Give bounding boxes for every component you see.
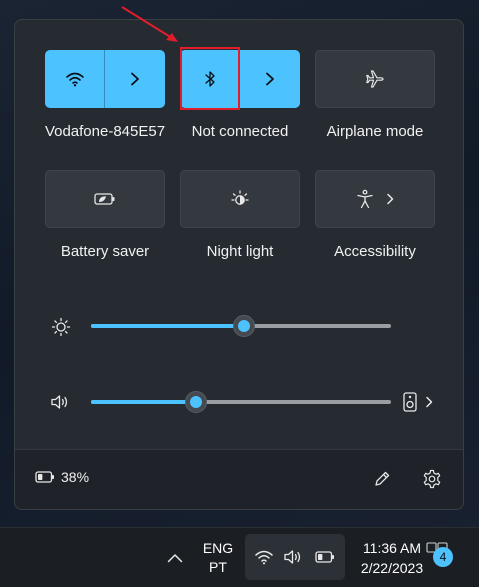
clock[interactable]: 11:36 AM 2/22/2023 (352, 538, 432, 578)
chevron-right-icon (426, 396, 433, 408)
wifi-icon (255, 550, 273, 565)
accessibility-label: Accessibility (334, 243, 416, 260)
chevron-right-icon (266, 72, 274, 86)
battery-saver-icon (94, 193, 115, 205)
taskbar: ENG PT 11:36 AM 2/22/2023 4 (0, 527, 479, 587)
notification-badge[interactable]: 4 (433, 547, 453, 567)
volume-slider-thumb[interactable] (185, 391, 207, 413)
battery-icon (35, 471, 54, 483)
settings-button[interactable] (420, 467, 444, 491)
quick-settings-footer: 38% (15, 449, 463, 509)
quick-settings-panel: Vodafone-845E57 Not connected Airplane m… (14, 19, 464, 510)
brightness-slider-fill (91, 324, 244, 328)
wifi-expand-button[interactable] (105, 50, 165, 108)
night-light-tile[interactable] (180, 170, 300, 228)
brightness-icon (51, 317, 71, 337)
wifi-label: Vodafone-845E57 (44, 123, 166, 140)
airplane-mode-label: Airplane mode (326, 123, 424, 140)
edit-quick-settings-button[interactable] (370, 467, 394, 491)
clock-time: 11:36 AM (362, 540, 422, 556)
chevron-right-icon (131, 72, 139, 86)
battery-percentage: 38% (61, 469, 90, 485)
night-light-icon (231, 190, 249, 205)
volume-slider-fill (91, 400, 196, 404)
gear-icon (423, 469, 441, 489)
speaker-device-icon (403, 392, 417, 412)
airplane-icon (366, 70, 384, 88)
language-indicator[interactable]: ENG PT (196, 539, 240, 577)
wifi-tile (45, 50, 165, 108)
accessibility-icon (357, 189, 373, 209)
speaker-icon (51, 395, 68, 409)
wifi-icon (65, 72, 84, 87)
battery-status[interactable]: 38% (35, 469, 89, 485)
bluetooth-label: Not connected (191, 123, 289, 140)
accessibility-tile[interactable] (315, 170, 435, 228)
show-hidden-icons-button[interactable] (163, 546, 187, 570)
volume-icon (284, 550, 301, 564)
language-line-2: PT (209, 559, 227, 575)
bluetooth-highlight-box (180, 47, 240, 110)
pencil-icon (375, 471, 390, 486)
clock-date: 2/22/2023 (360, 560, 424, 576)
wifi-toggle[interactable] (45, 50, 104, 108)
language-line-1: ENG (202, 540, 234, 556)
bluetooth-expand-button[interactable] (240, 50, 300, 108)
battery-saver-tile[interactable] (45, 170, 165, 228)
battery-icon (315, 551, 334, 563)
brightness-slider-thumb[interactable] (233, 315, 255, 337)
night-light-label: Night light (206, 243, 274, 260)
system-tray-group[interactable] (245, 534, 345, 580)
volume-slider-track[interactable] (91, 400, 391, 404)
battery-saver-label: Battery saver (60, 243, 150, 260)
audio-output-button[interactable] (403, 391, 443, 413)
chevron-right-icon (387, 193, 394, 205)
chevron-up-icon (167, 554, 183, 563)
airplane-mode-tile[interactable] (315, 50, 435, 108)
